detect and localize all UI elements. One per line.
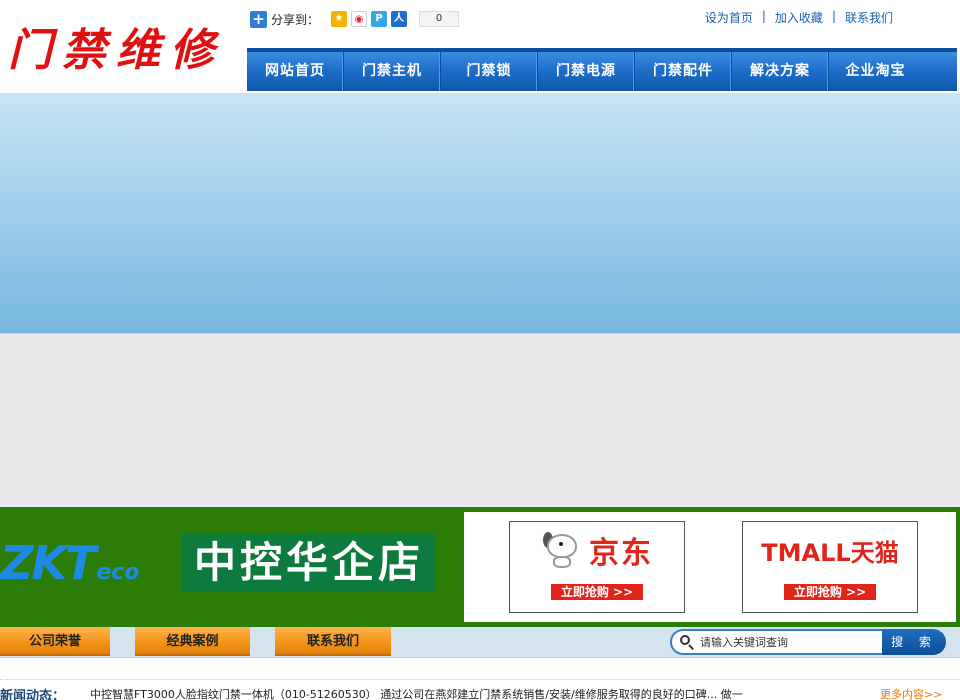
jd-shop-card[interactable]: 京东 立即抢购 >> — [509, 521, 685, 613]
contact-us-link[interactable]: 联系我们 — [836, 9, 902, 26]
tmall-buy-button[interactable]: 立即抢购 >> — [784, 584, 876, 600]
main-nav: 网站首页 门禁主机 门禁锁 门禁电源 门禁配件 解决方案 企业淘宝 — [247, 48, 957, 91]
weibo-icon[interactable]: ◉ — [351, 11, 368, 27]
jd-logo-text: 京东 — [589, 536, 653, 571]
zkteco-logo: ZKTeco — [0, 536, 139, 590]
news-label: 新闻动态： — [0, 689, 66, 700]
search-button[interactable]: 搜 索 — [882, 629, 946, 655]
hero-banner — [0, 93, 960, 333]
tmall-logo-text: TMALL天猫 — [761, 538, 899, 567]
add-favorite-link[interactable]: 加入收藏 — [766, 9, 832, 26]
search-icon — [680, 635, 694, 650]
search-bar: 搜 索 — [670, 629, 946, 655]
brand-suffix: eco — [96, 560, 140, 585]
jd-dog-icon — [541, 530, 583, 570]
share-label: 分享到： — [271, 12, 320, 27]
news-headline[interactable]: 中控智慧FT3000人脸指纹门禁一体机（010-51260530） 通过公司在燕… — [90, 686, 743, 700]
share-plus-icon[interactable]: + — [250, 10, 267, 28]
tmall-shop-card[interactable]: TMALL天猫 立即抢购 >> — [742, 521, 918, 613]
content-placeholder — [0, 333, 960, 507]
store-name: 中控华企店 — [182, 534, 436, 591]
jd-buy-button[interactable]: 立即抢购 >> — [551, 584, 643, 600]
tab-cases[interactable]: 经典案例 — [135, 627, 250, 656]
site-logo[interactable]: 门禁维修 — [8, 14, 224, 78]
share-bar: + 分享到： ★ ◉ P 人 0 — [250, 10, 460, 28]
renren-icon[interactable]: 人 — [391, 11, 408, 27]
news-more-link[interactable]: 更多内容>> — [880, 686, 942, 700]
shop-links: 京东 立即抢购 >> TMALL天猫 立即抢购 >> — [464, 512, 956, 622]
nav-item-taobao[interactable]: 企业淘宝 — [829, 52, 922, 91]
tab-honors[interactable]: 公司荣誉 — [0, 627, 110, 656]
site-header: 门禁维修 + 分享到： ★ ◉ P 人 0 设为首页 | 加入收藏 | 联系我们… — [0, 0, 960, 93]
nav-item-solutions[interactable]: 解决方案 — [732, 52, 829, 91]
nav-item-locks[interactable]: 门禁锁 — [441, 52, 538, 91]
search-input[interactable] — [700, 635, 870, 649]
qzone-icon[interactable]: ★ — [331, 11, 348, 27]
nav-item-power[interactable]: 门禁电源 — [538, 52, 635, 91]
share-count: 0 — [419, 11, 460, 27]
nav-item-home[interactable]: 网站首页 — [247, 52, 344, 91]
nav-item-controllers[interactable]: 门禁主机 — [344, 52, 441, 91]
nav-item-accessories[interactable]: 门禁配件 — [635, 52, 732, 91]
set-homepage-link[interactable]: 设为首页 — [696, 9, 762, 26]
brand-text: ZKT — [0, 536, 96, 590]
news-ticker: 新闻动态： 中控智慧FT3000人脸指纹门禁一体机（010-51260530） … — [0, 679, 960, 700]
tqq-icon[interactable]: P — [371, 11, 388, 27]
top-links: 设为首页 | 加入收藏 | 联系我们 — [696, 9, 902, 26]
search-box — [670, 629, 885, 655]
tab-contact[interactable]: 联系我们 — [275, 627, 391, 656]
